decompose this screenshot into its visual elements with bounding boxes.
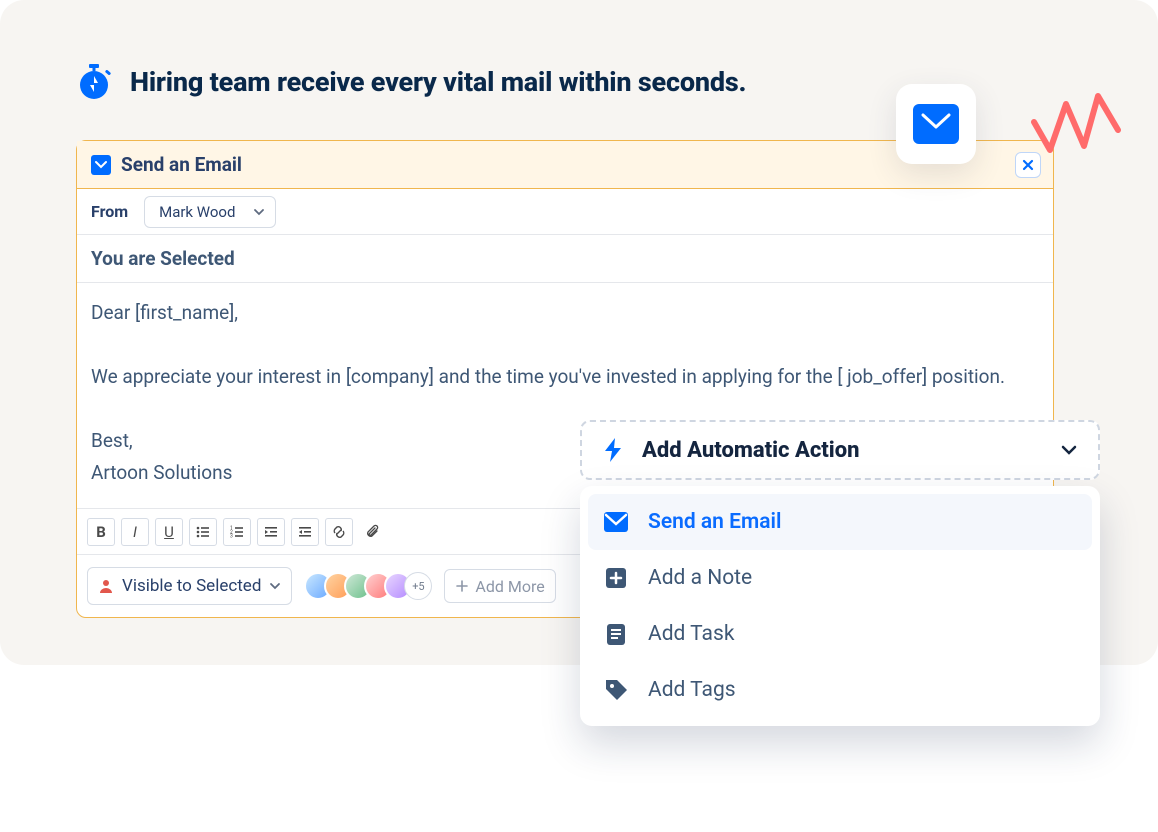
auto-action-dropdown: Send an Email Add a Note Add Task Add Ta… <box>580 486 1100 726</box>
body-line: We appreciate your interest in [company]… <box>91 361 1039 393</box>
numbered-list-button[interactable]: 123 <box>223 518 251 546</box>
from-select[interactable]: Mark Wood <box>144 196 276 228</box>
visibility-label: Visible to Selected <box>122 576 261 596</box>
dropdown-item-label: Add Tags <box>648 678 736 702</box>
indent-button[interactable] <box>291 518 319 546</box>
link-button[interactable] <box>325 518 353 546</box>
note-icon <box>602 564 630 592</box>
dropdown-item-label: Send an Email <box>648 510 781 534</box>
scribble-decoration <box>1028 86 1124 168</box>
from-value: Mark Wood <box>159 203 235 221</box>
dropdown-item-add-note[interactable]: Add a Note <box>588 550 1092 606</box>
bold-button[interactable]: B <box>87 518 115 546</box>
dropdown-item-label: Add Task <box>648 622 734 646</box>
mail-check-icon <box>91 155 111 175</box>
add-automatic-action-trigger[interactable]: Add Automatic Action <box>580 420 1100 480</box>
dropdown-item-send-email[interactable]: Send an Email <box>588 494 1092 550</box>
from-row: From Mark Wood <box>77 189 1053 235</box>
auto-action-label: Add Automatic Action <box>642 438 860 463</box>
tag-icon <box>602 676 630 704</box>
add-more-label: Add More <box>475 577 544 596</box>
chevron-down-icon <box>269 580 281 592</box>
task-icon <box>602 620 630 648</box>
bullet-list-button[interactable] <box>189 518 217 546</box>
bolt-icon <box>602 437 624 463</box>
card-title: Send an Email <box>121 153 242 176</box>
dropdown-item-add-tags[interactable]: Add Tags <box>588 662 1092 718</box>
mail-icon <box>602 508 630 536</box>
subject-row[interactable]: You are Selected <box>77 235 1053 283</box>
from-label: From <box>91 202 128 221</box>
avatar-group: +5 <box>304 572 432 600</box>
mail-icon <box>913 104 959 144</box>
underline-button[interactable]: U <box>155 518 183 546</box>
attachment-button[interactable] <box>359 518 387 546</box>
page-header: Hiring team receive every vital mail wit… <box>76 64 746 100</box>
chevron-down-icon <box>1060 441 1078 459</box>
dropdown-item-add-task[interactable]: Add Task <box>588 606 1092 662</box>
stopwatch-icon <box>76 64 112 100</box>
mail-badge <box>896 84 976 164</box>
svg-text:3: 3 <box>230 533 233 539</box>
outdent-button[interactable] <box>257 518 285 546</box>
body-line: Dear [first_name], <box>91 297 1039 329</box>
subject-text: You are Selected <box>91 247 235 270</box>
visibility-selector[interactable]: Visible to Selected <box>87 567 292 605</box>
avatar-overflow[interactable]: +5 <box>404 572 432 600</box>
person-icon <box>98 578 114 594</box>
chevron-down-icon <box>253 206 265 218</box>
add-more-button[interactable]: Add More <box>444 569 555 603</box>
page-title: Hiring team receive every vital mail wit… <box>130 66 746 98</box>
dropdown-item-label: Add a Note <box>648 566 752 590</box>
italic-button[interactable]: I <box>121 518 149 546</box>
plus-icon <box>455 579 469 593</box>
